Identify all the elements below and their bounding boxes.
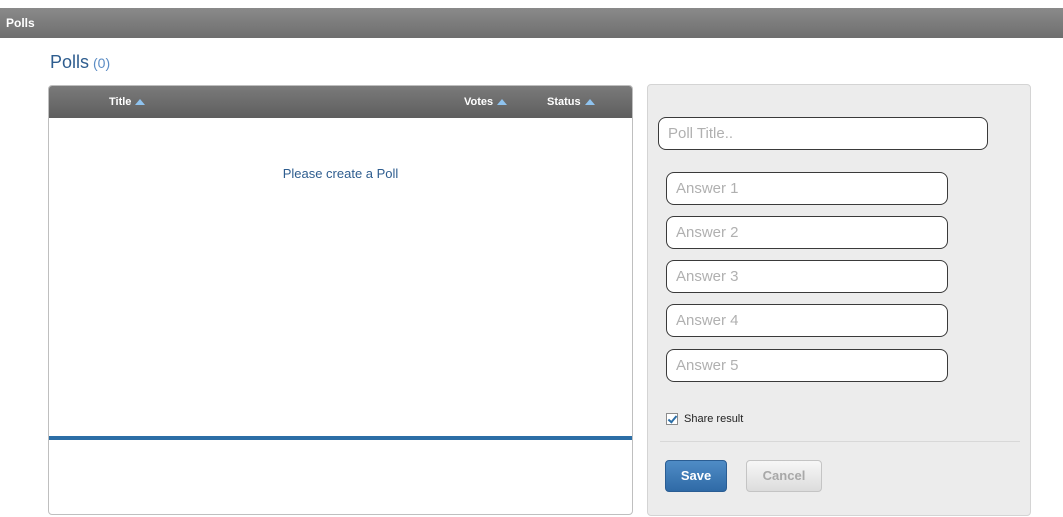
sort-icon <box>135 99 146 106</box>
answer-2-input[interactable] <box>666 216 948 249</box>
poll-form-panel: Share result Save Cancel <box>647 84 1031 516</box>
answer-5-input[interactable] <box>666 349 948 382</box>
poll-count: (0) <box>93 55 111 71</box>
answer-4-input[interactable] <box>666 304 948 337</box>
share-result-label: Share result <box>684 413 744 425</box>
save-button[interactable]: Save <box>665 460 727 492</box>
sort-icon <box>584 99 595 106</box>
column-header-votes[interactable]: Votes <box>464 96 508 108</box>
empty-state-message: Please create a Poll <box>282 166 399 181</box>
column-header-status[interactable]: Status <box>547 96 595 108</box>
column-title-label: Title <box>109 96 132 108</box>
share-result-checkbox[interactable] <box>666 413 678 425</box>
list-divider <box>49 436 632 440</box>
page-title-text: Polls <box>50 52 90 72</box>
column-votes-label: Votes <box>464 96 494 108</box>
answer-1-input[interactable] <box>666 172 948 205</box>
cancel-button[interactable]: Cancel <box>746 460 822 492</box>
column-status-label: Status <box>547 96 581 108</box>
poll-title-input[interactable] <box>658 117 988 150</box>
top-bar-title: Polls <box>6 16 35 30</box>
form-divider <box>660 441 1020 442</box>
column-header-title[interactable]: Title <box>109 96 146 108</box>
answer-3-input[interactable] <box>666 260 948 293</box>
polls-list-panel: Title Votes Status Please create a Poll <box>48 85 633 515</box>
sort-icon <box>497 99 508 106</box>
page-title: Polls (0) <box>50 52 110 73</box>
share-result-option: Share result <box>666 413 743 425</box>
list-header: Title Votes Status <box>49 86 632 118</box>
top-bar: Polls <box>0 8 1063 38</box>
